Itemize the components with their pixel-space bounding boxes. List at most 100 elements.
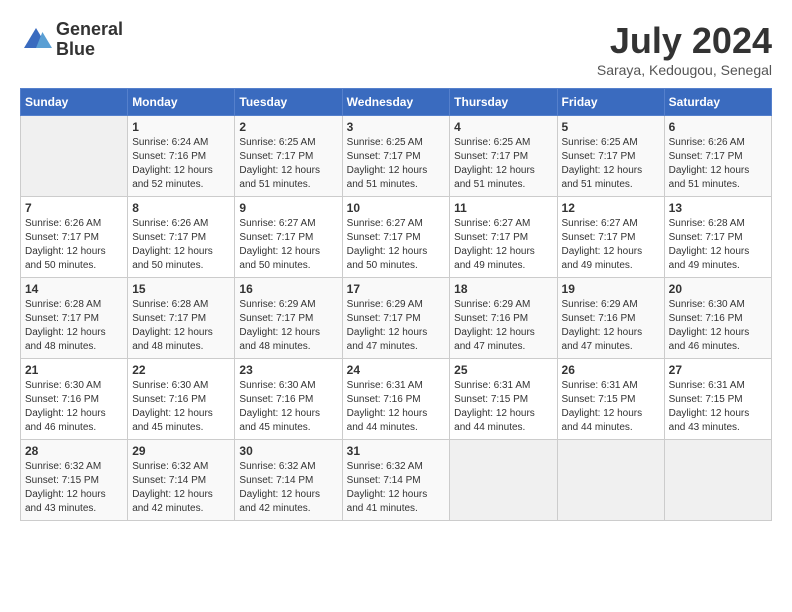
calendar-cell: 25 Sunrise: 6:31 AMSunset: 7:15 PMDayligh… [450,359,557,440]
weekday-header-thursday: Thursday [450,89,557,116]
day-number: 6 [669,120,767,134]
day-number: 2 [239,120,337,134]
day-info: Sunrise: 6:24 AMSunset: 7:16 PMDaylight:… [132,136,230,192]
day-info: Sunrise: 6:25 AMSunset: 7:17 PMDaylight:… [454,136,552,192]
calendar-week-row: 1 Sunrise: 6:24 AMSunset: 7:16 PMDaylight… [21,116,772,197]
calendar-cell: 24Sunrise: 6:31 AMSunset: 7:16 PMDayligh… [342,359,450,440]
logo-icon [20,24,52,56]
calendar-cell: 31 Sunrise: 6:32 AMSunset: 7:14 PMDayligh… [342,440,450,521]
calendar-week-row: 28Sunrise: 6:32 AMSunset: 7:15 PMDayligh… [21,440,772,521]
calendar-cell: 4 Sunrise: 6:25 AMSunset: 7:17 PMDaylight… [450,116,557,197]
day-number: 12 [562,201,660,215]
calendar-cell: 26 Sunrise: 6:31 AMSunset: 7:15 PMDayligh… [557,359,664,440]
day-info: Sunrise: 6:28 AMSunset: 7:17 PMDaylight:… [132,298,230,354]
calendar-cell [557,440,664,521]
day-info: Sunrise: 6:31 AMSunset: 7:15 PMDaylight:… [669,379,767,435]
day-number: 14 [25,282,123,296]
logo-line2: Blue [56,40,123,60]
day-number: 18 [454,282,552,296]
page-header: General Blue July 2024 Saraya, Kedougou,… [20,20,772,78]
calendar-cell: 9Sunrise: 6:27 AMSunset: 7:17 PMDaylight… [235,197,342,278]
calendar-cell: 10Sunrise: 6:27 AMSunset: 7:17 PMDayligh… [342,197,450,278]
day-info: Sunrise: 6:30 AMSunset: 7:16 PMDaylight:… [25,379,123,435]
calendar-cell: 2 Sunrise: 6:25 AMSunset: 7:17 PMDaylight… [235,116,342,197]
day-info: Sunrise: 6:29 AMSunset: 7:17 PMDaylight:… [347,298,446,354]
calendar-week-row: 7 Sunrise: 6:26 AMSunset: 7:17 PMDaylight… [21,197,772,278]
weekday-header-friday: Friday [557,89,664,116]
title-area: July 2024 Saraya, Kedougou, Senegal [597,20,772,78]
calendar-cell: 30Sunrise: 6:32 AMSunset: 7:14 PMDayligh… [235,440,342,521]
day-number: 22 [132,363,230,377]
calendar-cell [21,116,128,197]
day-number: 20 [669,282,767,296]
day-info: Sunrise: 6:28 AMSunset: 7:17 PMDaylight:… [25,298,123,354]
day-number: 13 [669,201,767,215]
day-number: 25 [454,363,552,377]
calendar-cell: 23Sunrise: 6:30 AMSunset: 7:16 PMDayligh… [235,359,342,440]
day-info: Sunrise: 6:26 AMSunset: 7:17 PMDaylight:… [669,136,767,192]
day-number: 27 [669,363,767,377]
calendar-cell: 11 Sunrise: 6:27 AMSunset: 7:17 PMDayligh… [450,197,557,278]
day-info: Sunrise: 6:32 AMSunset: 7:14 PMDaylight:… [132,460,230,516]
calendar-cell: 6 Sunrise: 6:26 AMSunset: 7:17 PMDaylight… [664,116,771,197]
day-number: 19 [562,282,660,296]
day-info: Sunrise: 6:30 AMSunset: 7:16 PMDaylight:… [669,298,767,354]
calendar-cell: 12 Sunrise: 6:27 AMSunset: 7:17 PMDayligh… [557,197,664,278]
calendar-cell: 7 Sunrise: 6:26 AMSunset: 7:17 PMDaylight… [21,197,128,278]
day-number: 7 [25,201,123,215]
day-number: 24 [347,363,446,377]
day-info: Sunrise: 6:29 AMSunset: 7:17 PMDaylight:… [239,298,337,354]
day-number: 11 [454,201,552,215]
logo-text: General Blue [56,20,123,60]
calendar-cell: 21 Sunrise: 6:30 AMSunset: 7:16 PMDayligh… [21,359,128,440]
day-number: 15 [132,282,230,296]
day-number: 29 [132,444,230,458]
calendar-cell: 22Sunrise: 6:30 AMSunset: 7:16 PMDayligh… [128,359,235,440]
day-number: 28 [25,444,123,458]
calendar-cell: 5Sunrise: 6:25 AMSunset: 7:17 PMDaylight… [557,116,664,197]
weekday-header-wednesday: Wednesday [342,89,450,116]
day-info: Sunrise: 6:30 AMSunset: 7:16 PMDaylight:… [239,379,337,435]
calendar-cell: 19 Sunrise: 6:29 AMSunset: 7:16 PMDayligh… [557,278,664,359]
calendar-cell: 27 Sunrise: 6:31 AMSunset: 7:15 PMDayligh… [664,359,771,440]
day-info: Sunrise: 6:29 AMSunset: 7:16 PMDaylight:… [562,298,660,354]
day-info: Sunrise: 6:29 AMSunset: 7:16 PMDaylight:… [454,298,552,354]
day-info: Sunrise: 6:31 AMSunset: 7:15 PMDaylight:… [562,379,660,435]
calendar-cell: 14 Sunrise: 6:28 AMSunset: 7:17 PMDayligh… [21,278,128,359]
day-number: 26 [562,363,660,377]
day-info: Sunrise: 6:28 AMSunset: 7:17 PMDaylight:… [669,217,767,273]
calendar-cell [450,440,557,521]
day-info: Sunrise: 6:27 AMSunset: 7:17 PMDaylight:… [562,217,660,273]
calendar-cell [664,440,771,521]
day-number: 31 [347,444,446,458]
day-info: Sunrise: 6:27 AMSunset: 7:17 PMDaylight:… [454,217,552,273]
day-info: Sunrise: 6:32 AMSunset: 7:14 PMDaylight:… [239,460,337,516]
logo: General Blue [20,20,123,60]
calendar-week-row: 21 Sunrise: 6:30 AMSunset: 7:16 PMDayligh… [21,359,772,440]
calendar-cell: 13 Sunrise: 6:28 AMSunset: 7:17 PMDayligh… [664,197,771,278]
day-number: 17 [347,282,446,296]
calendar-table: SundayMondayTuesdayWednesdayThursdayFrid… [20,88,772,521]
calendar-week-row: 14 Sunrise: 6:28 AMSunset: 7:17 PMDayligh… [21,278,772,359]
day-info: Sunrise: 6:31 AMSunset: 7:15 PMDaylight:… [454,379,552,435]
calendar-header-row: SundayMondayTuesdayWednesdayThursdayFrid… [21,89,772,116]
calendar-cell: 1 Sunrise: 6:24 AMSunset: 7:16 PMDaylight… [128,116,235,197]
calendar-cell: 18 Sunrise: 6:29 AMSunset: 7:16 PMDayligh… [450,278,557,359]
weekday-header-sunday: Sunday [21,89,128,116]
calendar-cell: 17 Sunrise: 6:29 AMSunset: 7:17 PMDayligh… [342,278,450,359]
day-info: Sunrise: 6:25 AMSunset: 7:17 PMDaylight:… [239,136,337,192]
day-number: 8 [132,201,230,215]
day-number: 4 [454,120,552,134]
day-info: Sunrise: 6:27 AMSunset: 7:17 PMDaylight:… [239,217,337,273]
calendar-cell: 15 Sunrise: 6:28 AMSunset: 7:17 PMDayligh… [128,278,235,359]
day-number: 1 [132,120,230,134]
day-info: Sunrise: 6:25 AMSunset: 7:17 PMDaylight:… [562,136,660,192]
day-info: Sunrise: 6:27 AMSunset: 7:17 PMDaylight:… [347,217,446,273]
logo-line1: General [56,20,123,40]
day-info: Sunrise: 6:32 AMSunset: 7:14 PMDaylight:… [347,460,446,516]
weekday-header-monday: Monday [128,89,235,116]
weekday-header-tuesday: Tuesday [235,89,342,116]
day-number: 21 [25,363,123,377]
day-info: Sunrise: 6:26 AMSunset: 7:17 PMDaylight:… [25,217,123,273]
calendar-cell: 8Sunrise: 6:26 AMSunset: 7:17 PMDaylight… [128,197,235,278]
